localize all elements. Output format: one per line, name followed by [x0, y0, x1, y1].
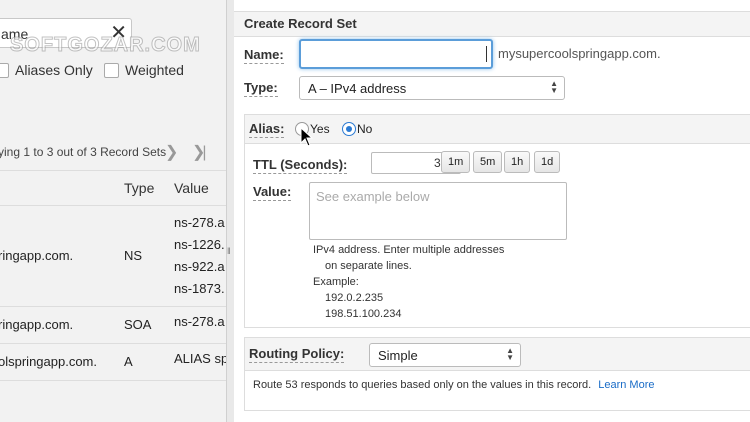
routing-section: Routing Policy: Simple ▲ ▼ Route 53 respo… [244, 337, 750, 411]
value-label: Value: [253, 184, 292, 201]
resize-grip-icon[interactable]: ‖ [227, 246, 231, 256]
record-name: olspringapp.com. [0, 354, 97, 369]
aliases-only-filter[interactable]: Aliases Only [0, 62, 93, 78]
help-text: Example: [313, 276, 359, 288]
routing-policy-value: Simple [378, 348, 418, 363]
record-name: ringapp.com. [0, 317, 74, 332]
select-arrows-icon: ▲ ▼ [550, 79, 558, 95]
chevron-right-icon[interactable]: ❯ [165, 142, 178, 162]
record-value: ns-278.a [174, 314, 225, 329]
help-example: 192.0.2.235 [325, 292, 384, 304]
record-name: ringapp.com. [0, 248, 74, 263]
value-field[interactable] [309, 182, 567, 240]
create-record-set-panel: Create Record Set Name: mysupercoolsprin… [234, 0, 750, 422]
learn-more-link[interactable]: Learn More [598, 379, 654, 391]
alias-label: Alias: [249, 121, 285, 138]
type-label: Type: [244, 80, 278, 97]
type-select[interactable]: A – IPv4 address ▲ ▼ [299, 76, 565, 100]
close-icon[interactable]: ✕ [110, 21, 127, 45]
type-select-value: A – IPv4 address [308, 81, 407, 96]
aliases-only-label: Aliases Only [15, 62, 93, 78]
routing-description-text: Route 53 responds to queries based only … [253, 379, 592, 391]
last-page-icon[interactable]: ❯| [192, 142, 206, 162]
table-row[interactable]: ringapp.com. NS ns-278.a ns-1226. ns-922… [0, 206, 226, 307]
table-header: Type Value [0, 170, 226, 206]
alias-no-label[interactable]: No [357, 122, 372, 136]
weighted-filter[interactable]: Weighted [104, 62, 184, 78]
help-text: on separate lines. [325, 260, 412, 272]
weighted-checkbox[interactable] [104, 62, 119, 78]
table-row[interactable]: ringapp.com. SOA ns-278.a [0, 307, 226, 344]
record-search-input[interactable] [0, 23, 103, 45]
record-values: ns-278.a ns-1226. ns-922.a ns-1873. [174, 212, 225, 300]
table-row[interactable]: olspringapp.com. A ALIAS sp [0, 344, 226, 381]
panel-header: Create Record Set [234, 11, 750, 37]
help-text: IPv4 address. Enter multiple addresses [313, 244, 505, 256]
weighted-label: Weighted [125, 62, 184, 78]
alias-no-radio[interactable] [342, 122, 356, 136]
record-value: ns-1873. [174, 281, 225, 296]
record-type: A [124, 354, 133, 369]
routing-description: Route 53 responds to queries based only … [253, 379, 654, 391]
alias-header: Alias: Yes No [245, 115, 750, 144]
routing-policy-label: Routing Policy: [249, 346, 345, 363]
routing-header: Routing Policy: Simple ▲ ▼ [245, 338, 750, 371]
column-header-type[interactable]: Type [124, 180, 154, 196]
record-value: ns-922.a [174, 259, 225, 274]
ttl-5m-button[interactable]: 5m [473, 151, 503, 173]
text-caret [486, 46, 487, 62]
domain-suffix: mysupercoolspringapp.com. [498, 46, 661, 61]
record-value: ns-1226. [174, 237, 225, 252]
record-sets-panel: ✕ SOFTGOZAR.COM Aliases Only Weighted yi… [0, 0, 226, 422]
help-example: 198.51.100.234 [325, 308, 402, 320]
record-sets-table: Type Value ringapp.com. NS ns-278.a ns-1… [0, 170, 226, 381]
routing-policy-select[interactable]: Simple ▲ ▼ [369, 343, 521, 367]
name-field[interactable] [299, 39, 493, 69]
mouse-pointer-icon [300, 127, 314, 147]
page-title: Create Record Set [244, 16, 357, 31]
column-header-value[interactable]: Value [174, 180, 209, 196]
record-values: ns-278.a [174, 311, 225, 333]
alias-section: Alias: Yes No TTL (Seconds): 1m 5m 1h 1d… [244, 114, 750, 328]
ttl-1h-button[interactable]: 1h [504, 151, 531, 173]
name-label: Name: [244, 47, 284, 64]
aliases-only-checkbox[interactable] [0, 62, 9, 78]
paging-status: ying 1 to 3 out of 3 Record Sets [0, 145, 167, 159]
select-arrows-icon: ▲ ▼ [506, 346, 514, 362]
ttl-1d-button[interactable]: 1d [534, 151, 561, 173]
record-value: ns-278.a [174, 215, 225, 230]
ttl-1m-button[interactable]: 1m [441, 151, 471, 173]
record-type: SOA [124, 317, 152, 332]
record-type: NS [124, 248, 143, 263]
record-values: ALIAS sp [174, 348, 226, 370]
record-value: ALIAS sp [174, 351, 226, 366]
ttl-label: TTL (Seconds): [253, 157, 348, 174]
record-search-box[interactable]: ✕ [0, 18, 132, 48]
